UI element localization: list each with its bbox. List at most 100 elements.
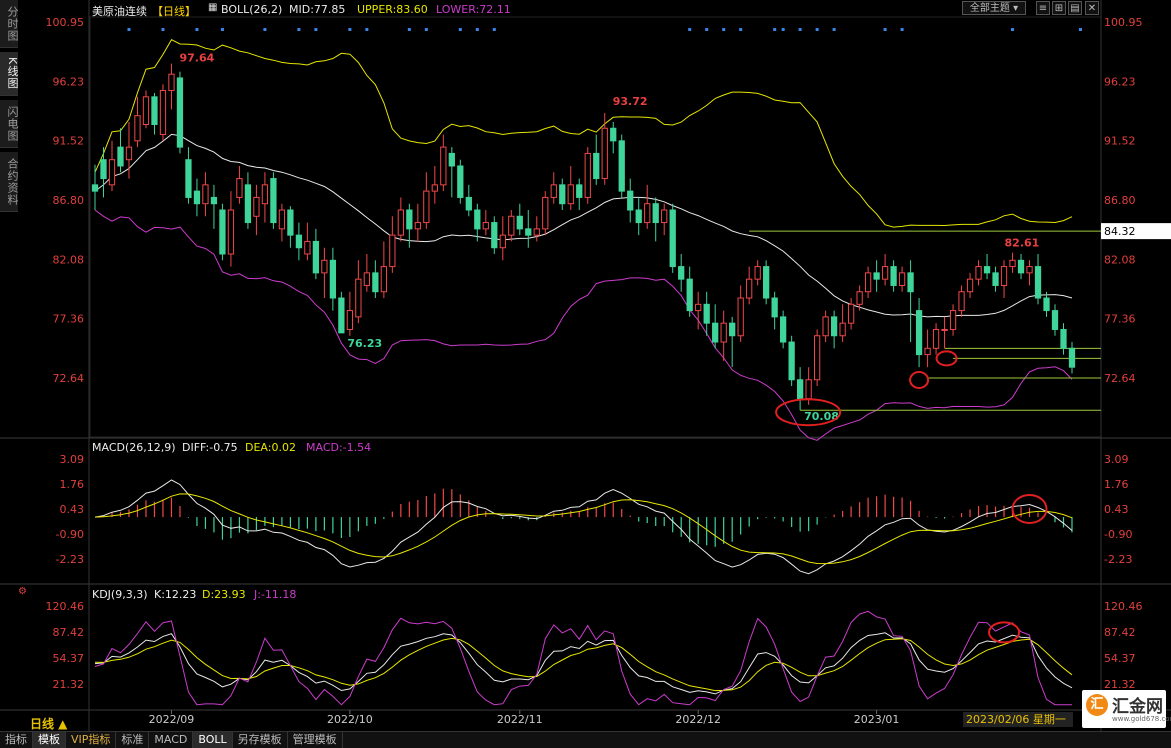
price-tick-left: 72.64 bbox=[53, 372, 85, 385]
candle-body bbox=[703, 303, 710, 324]
tab-boll[interactable]: BOLL bbox=[193, 732, 233, 748]
candle-body bbox=[91, 184, 99, 192]
candle-body bbox=[474, 209, 481, 230]
candle-body bbox=[202, 184, 209, 205]
boll-lower: LOWER:72.11 bbox=[436, 3, 511, 16]
price-annotation: 70.08 bbox=[804, 410, 839, 423]
candle-body bbox=[729, 322, 736, 337]
candle-body bbox=[278, 209, 286, 230]
candle-body bbox=[448, 152, 455, 167]
macd-tick-left: 3.09 bbox=[60, 453, 85, 466]
x-axis-label: 2023/01 bbox=[854, 713, 900, 726]
grid-icon[interactable]: ⊞ bbox=[1052, 1, 1066, 15]
event-dot bbox=[900, 28, 904, 31]
candle-body bbox=[771, 297, 778, 318]
tab-vip-indicators[interactable]: VIP指标 bbox=[66, 732, 117, 748]
candle-body bbox=[125, 146, 133, 161]
event-dot bbox=[407, 28, 411, 31]
candle-body bbox=[397, 209, 404, 236]
kdj-tick-left: 87.42 bbox=[53, 626, 85, 639]
candle-body bbox=[168, 73, 175, 92]
candle-body bbox=[414, 222, 421, 230]
candle-body bbox=[1060, 328, 1067, 349]
tab-indicators[interactable]: 指标 bbox=[0, 732, 33, 748]
candle-body bbox=[550, 184, 557, 198]
candle-body bbox=[525, 228, 532, 236]
candle-body bbox=[949, 310, 957, 330]
event-dot bbox=[348, 28, 352, 31]
tab-flash[interactable]: 闪电图 bbox=[0, 100, 19, 148]
close-icon[interactable]: ✕ bbox=[1085, 1, 1099, 15]
candle-body bbox=[142, 96, 150, 125]
event-dot bbox=[475, 28, 479, 31]
candle-body bbox=[601, 127, 608, 180]
macd-diff: DIFF:-0.75 bbox=[182, 441, 238, 454]
menu-icon[interactable]: ≡ bbox=[1036, 1, 1050, 15]
candle-body bbox=[210, 196, 218, 205]
candle-body bbox=[516, 215, 523, 230]
period-selector[interactable]: 日线 ▲ bbox=[30, 715, 67, 732]
tab-contract-info[interactable]: 合约资料 bbox=[0, 152, 19, 212]
kdj-k-line bbox=[94, 632, 1073, 695]
tab-save-template[interactable]: 另存模板 bbox=[233, 732, 288, 748]
kdj-j: J:-11.18 bbox=[254, 588, 297, 601]
candle-body bbox=[669, 209, 676, 268]
candle-body bbox=[312, 240, 320, 274]
price-tick-right: 100.95 bbox=[1104, 16, 1143, 29]
highlight-circle bbox=[909, 371, 930, 389]
period-tag: 【日线】 bbox=[152, 5, 196, 18]
candle-body bbox=[491, 222, 498, 249]
tab-standard[interactable]: 标准 bbox=[116, 732, 150, 748]
tab-manage-template[interactable]: 管理模板 bbox=[288, 732, 343, 748]
event-dot bbox=[263, 28, 267, 31]
tab-macd[interactable]: MACD bbox=[149, 732, 194, 748]
settings-icon[interactable]: ⚙ bbox=[18, 586, 27, 597]
tab-timeshare[interactable]: 分时图 bbox=[0, 0, 19, 48]
candle-body bbox=[295, 234, 303, 249]
candle-body bbox=[720, 322, 727, 343]
macd-tick-left: 1.76 bbox=[60, 478, 85, 491]
event-dot bbox=[424, 28, 428, 31]
event-dot bbox=[161, 28, 165, 31]
candle-body bbox=[559, 184, 566, 205]
boll-mid: MID:77.85 bbox=[289, 3, 346, 16]
macd-tick-left: -2.23 bbox=[56, 553, 84, 566]
candle-body bbox=[253, 196, 260, 217]
indicator-icon[interactable]: ▦ bbox=[208, 2, 217, 13]
candle-body bbox=[754, 266, 761, 280]
candle-body bbox=[1009, 259, 1016, 268]
candle-body bbox=[856, 291, 863, 305]
candle-body bbox=[1043, 297, 1050, 312]
candle-body bbox=[890, 266, 897, 286]
candle-body bbox=[346, 310, 354, 330]
macd-tick-right: -0.90 bbox=[1104, 528, 1132, 541]
event-dot bbox=[297, 28, 301, 31]
theme-select[interactable]: 全部主题 ▾ bbox=[962, 1, 1026, 15]
event-dot bbox=[798, 28, 802, 31]
candle-body bbox=[1026, 266, 1033, 274]
candle-body bbox=[423, 190, 430, 224]
kdj-tick-left: 21.32 bbox=[53, 678, 85, 691]
tab-templates[interactable]: 模板 bbox=[33, 732, 66, 748]
candle-body bbox=[644, 203, 651, 224]
price-tick-left: 100.95 bbox=[46, 16, 85, 29]
macd-dea: DEA:0.02 bbox=[245, 441, 296, 454]
candle-body bbox=[983, 266, 991, 274]
candle-body bbox=[830, 316, 838, 337]
candle-body bbox=[661, 209, 668, 224]
price-tag-label: 84.32 bbox=[1104, 225, 1136, 238]
candle-body bbox=[1000, 266, 1008, 286]
x-axis-label: 2022/11 bbox=[497, 713, 543, 726]
candle-body bbox=[355, 278, 362, 318]
list-icon[interactable]: ▤ bbox=[1068, 1, 1082, 15]
event-dot bbox=[815, 28, 819, 31]
candle-body bbox=[338, 297, 345, 334]
candle-body bbox=[380, 266, 387, 293]
candle-body bbox=[763, 266, 770, 299]
candle-body bbox=[652, 203, 659, 224]
chart-canvas[interactable]: 97.64 93.72 76.23 70.08 82.61 3.09 3.09 1.76 1.… bbox=[0, 0, 1171, 731]
tab-kline[interactable]: K线图 bbox=[0, 52, 19, 96]
candle-body bbox=[533, 228, 540, 236]
candle-body bbox=[1034, 266, 1042, 299]
candle-body bbox=[958, 291, 965, 312]
